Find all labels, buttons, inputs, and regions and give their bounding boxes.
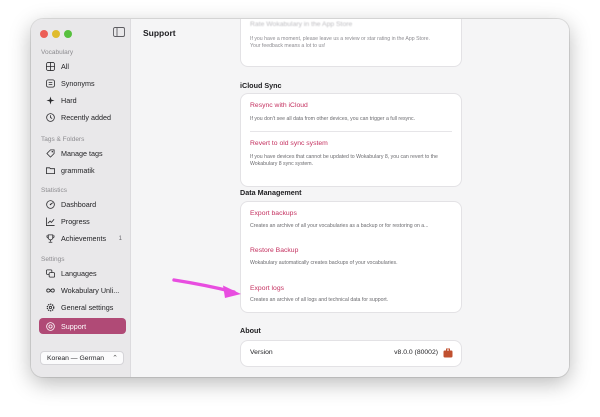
export-backups-button[interactable]: Export backups bbox=[250, 210, 297, 217]
version-label: Version bbox=[250, 349, 273, 356]
sidebar-item-label: General settings bbox=[61, 303, 114, 312]
achievements-count-badge: 1 bbox=[118, 235, 122, 242]
annotation-arrow-icon bbox=[172, 278, 241, 298]
close-window-button[interactable] bbox=[40, 30, 48, 38]
sidebar-item-label: grammatik bbox=[61, 166, 95, 175]
rate-app-title[interactable]: Rate Wokabulary in the App Store bbox=[250, 21, 352, 28]
export-logs-desc: Creates an archive of all logs and techn… bbox=[250, 297, 389, 303]
chart-icon bbox=[44, 216, 56, 228]
sidebar-item-label: Languages bbox=[61, 269, 97, 278]
equals-icon bbox=[44, 78, 56, 90]
section-label-tags-folders: Tags & Folders bbox=[41, 136, 85, 143]
sidebar-item-label: Manage tags bbox=[61, 149, 103, 158]
sidebar-item-hard[interactable]: Hard bbox=[39, 93, 126, 108]
rate-app-card: Rate Wokabulary in the App Store If you … bbox=[240, 19, 462, 67]
trophy-icon bbox=[44, 233, 56, 245]
icloud-sync-heading: iCloud Sync bbox=[240, 81, 282, 90]
version-value: v8.0.0 (80002) bbox=[394, 349, 438, 356]
sidebar-item-label: Dashboard bbox=[61, 200, 97, 209]
icloud-sync-card: Resync with iCloud If you don't see all … bbox=[240, 93, 462, 187]
sidebar-item-manage-tags[interactable]: Manage tags bbox=[39, 146, 126, 161]
gear-icon bbox=[44, 302, 56, 314]
sidebar-item-wokabulary-unlimited[interactable]: Wokabulary Unli... bbox=[39, 283, 126, 298]
chevron-up-down-icon: ⌃ bbox=[112, 355, 118, 362]
support-icon bbox=[44, 320, 56, 332]
tag-icon bbox=[44, 148, 56, 160]
revert-sync-button[interactable]: Revert to old sync system bbox=[250, 140, 328, 147]
briefcase-copy-icon[interactable] bbox=[443, 348, 453, 358]
sidebar-toggle-icon[interactable] bbox=[113, 27, 125, 37]
section-label-settings: Settings bbox=[41, 256, 65, 263]
sidebar-item-dashboard[interactable]: Dashboard bbox=[39, 197, 126, 212]
sidebar-item-label: Synonyms bbox=[61, 79, 95, 88]
app-window: Vocabulary All Synonyms Hard Recently ad… bbox=[31, 19, 569, 377]
sidebar-item-languages[interactable]: Languages bbox=[39, 266, 126, 281]
zoom-window-button[interactable] bbox=[64, 30, 72, 38]
restore-backup-button[interactable]: Restore Backup bbox=[250, 247, 298, 254]
about-card: Version v8.0.0 (80002) bbox=[240, 340, 462, 367]
page-title: Support bbox=[143, 28, 176, 38]
sidebar-item-support[interactable]: Support bbox=[39, 318, 126, 334]
main-content: Support Rate Wokabulary in the App Store… bbox=[132, 19, 569, 377]
sidebar-item-general-settings[interactable]: General settings bbox=[39, 300, 126, 315]
resync-icloud-button[interactable]: Resync with iCloud bbox=[250, 102, 308, 109]
sidebar-item-label: Progress bbox=[61, 217, 90, 226]
row-divider bbox=[250, 131, 452, 132]
minimize-window-button[interactable] bbox=[52, 30, 60, 38]
sidebar: Vocabulary All Synonyms Hard Recently ad… bbox=[31, 19, 131, 377]
sidebar-item-label: Hard bbox=[61, 96, 77, 105]
sidebar-item-all[interactable]: All bbox=[39, 59, 126, 74]
sidebar-item-label: Wokabulary Unli... bbox=[61, 286, 120, 295]
sidebar-item-achievements[interactable]: Achievements 1 bbox=[39, 231, 126, 246]
sidebar-item-progress[interactable]: Progress bbox=[39, 214, 126, 229]
grid-icon bbox=[44, 61, 56, 73]
sidebar-item-synonyms[interactable]: Synonyms bbox=[39, 76, 126, 91]
sidebar-item-recently-added[interactable]: Recently added bbox=[39, 110, 126, 125]
languages-icon bbox=[44, 268, 56, 280]
data-management-heading: Data Management bbox=[240, 188, 302, 197]
data-management-card: Export backups Creates an archive of all… bbox=[240, 201, 462, 313]
clock-icon bbox=[44, 112, 56, 124]
sidebar-item-label: Achievements bbox=[61, 234, 107, 243]
section-label-statistics: Statistics bbox=[41, 187, 68, 194]
sidebar-item-label: Recently added bbox=[61, 113, 111, 122]
language-pair-select[interactable]: Korean — German ⌃ bbox=[40, 351, 124, 365]
resync-icloud-desc: If you don't see all data from other dev… bbox=[250, 116, 416, 122]
rate-app-desc: If you have a moment, please leave us a … bbox=[250, 36, 430, 49]
sidebar-item-label: All bbox=[61, 62, 69, 71]
sidebar-item-label: Support bbox=[61, 321, 87, 331]
language-pair-value: Korean — German bbox=[47, 354, 105, 362]
sparkle-icon bbox=[44, 95, 56, 107]
folder-icon bbox=[44, 165, 56, 177]
about-heading: About bbox=[240, 326, 261, 335]
restore-backup-desc: Wokabulary automatically creates backups… bbox=[250, 260, 398, 266]
revert-sync-desc: If you have devices that cannot be updat… bbox=[250, 154, 438, 167]
dashboard-icon bbox=[44, 199, 56, 211]
export-logs-button[interactable]: Export logs bbox=[250, 285, 284, 292]
infinity-icon bbox=[44, 285, 56, 297]
export-backups-desc: Creates an archive of all your vocabular… bbox=[250, 223, 429, 229]
sidebar-item-grammatik[interactable]: grammatik bbox=[39, 163, 126, 178]
section-label-vocabulary: Vocabulary bbox=[41, 49, 74, 56]
